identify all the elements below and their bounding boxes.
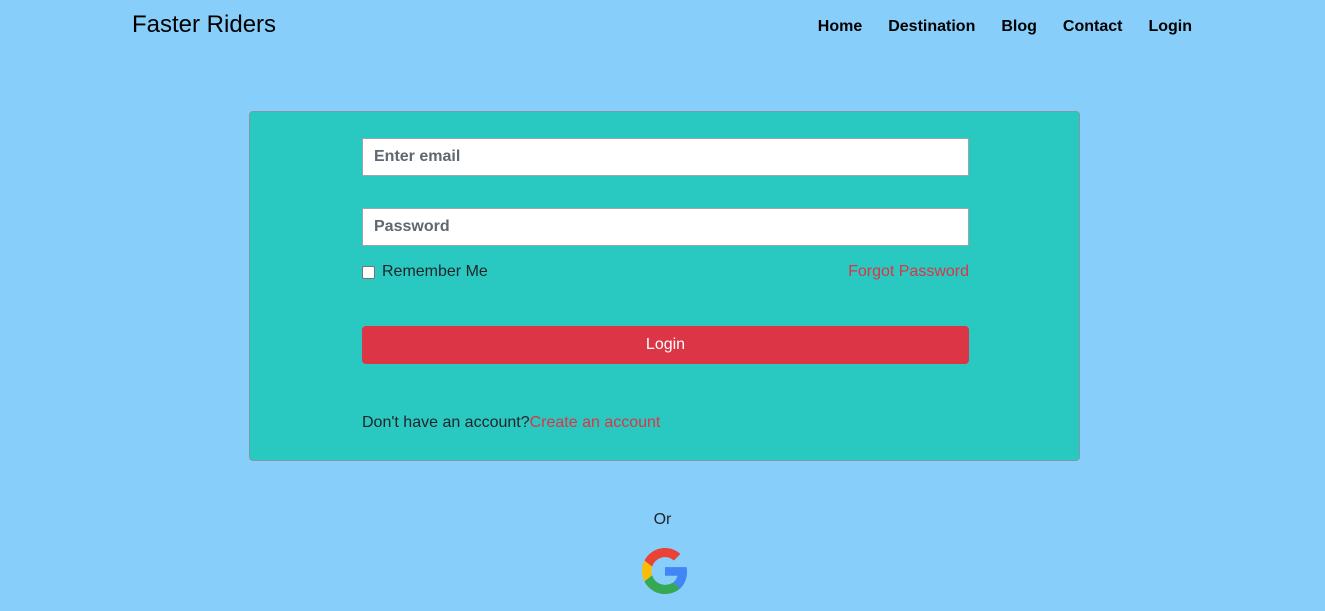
login-submit-button[interactable]: Login <box>362 326 969 364</box>
signup-prompt-text: Don't have an account? <box>362 414 530 431</box>
nav-link-destination[interactable]: Destination <box>888 16 975 38</box>
nav-link-login[interactable]: Login <box>1148 16 1192 38</box>
google-icon <box>642 548 688 594</box>
remember-me-label: Remember Me <box>382 263 488 280</box>
brand-logo-text[interactable]: Faster Riders <box>132 9 276 41</box>
email-input[interactable] <box>362 138 969 176</box>
remember-me-checkbox[interactable] <box>362 265 375 279</box>
nav-link-contact[interactable]: Contact <box>1063 16 1123 38</box>
nav-link-home[interactable]: Home <box>818 16 862 38</box>
or-divider-label: Or <box>653 511 672 528</box>
signup-prompt: Don't have an account?Create an account <box>362 414 660 432</box>
google-signin-button[interactable] <box>642 548 688 594</box>
nav-link-blog[interactable]: Blog <box>1001 16 1037 38</box>
login-card: Remember Me Forgot Password Login Don't … <box>249 111 1080 461</box>
create-account-link[interactable]: Create an account <box>530 414 661 431</box>
remember-me: Remember Me <box>362 263 488 281</box>
remember-row: Remember Me Forgot Password <box>362 263 969 285</box>
forgot-password-link[interactable]: Forgot Password <box>848 263 969 281</box>
navbar: Faster Riders Home Destination Blog Cont… <box>0 0 1325 56</box>
password-input[interactable] <box>362 208 969 246</box>
nav-links: Home Destination Blog Contact Login <box>792 16 1192 38</box>
